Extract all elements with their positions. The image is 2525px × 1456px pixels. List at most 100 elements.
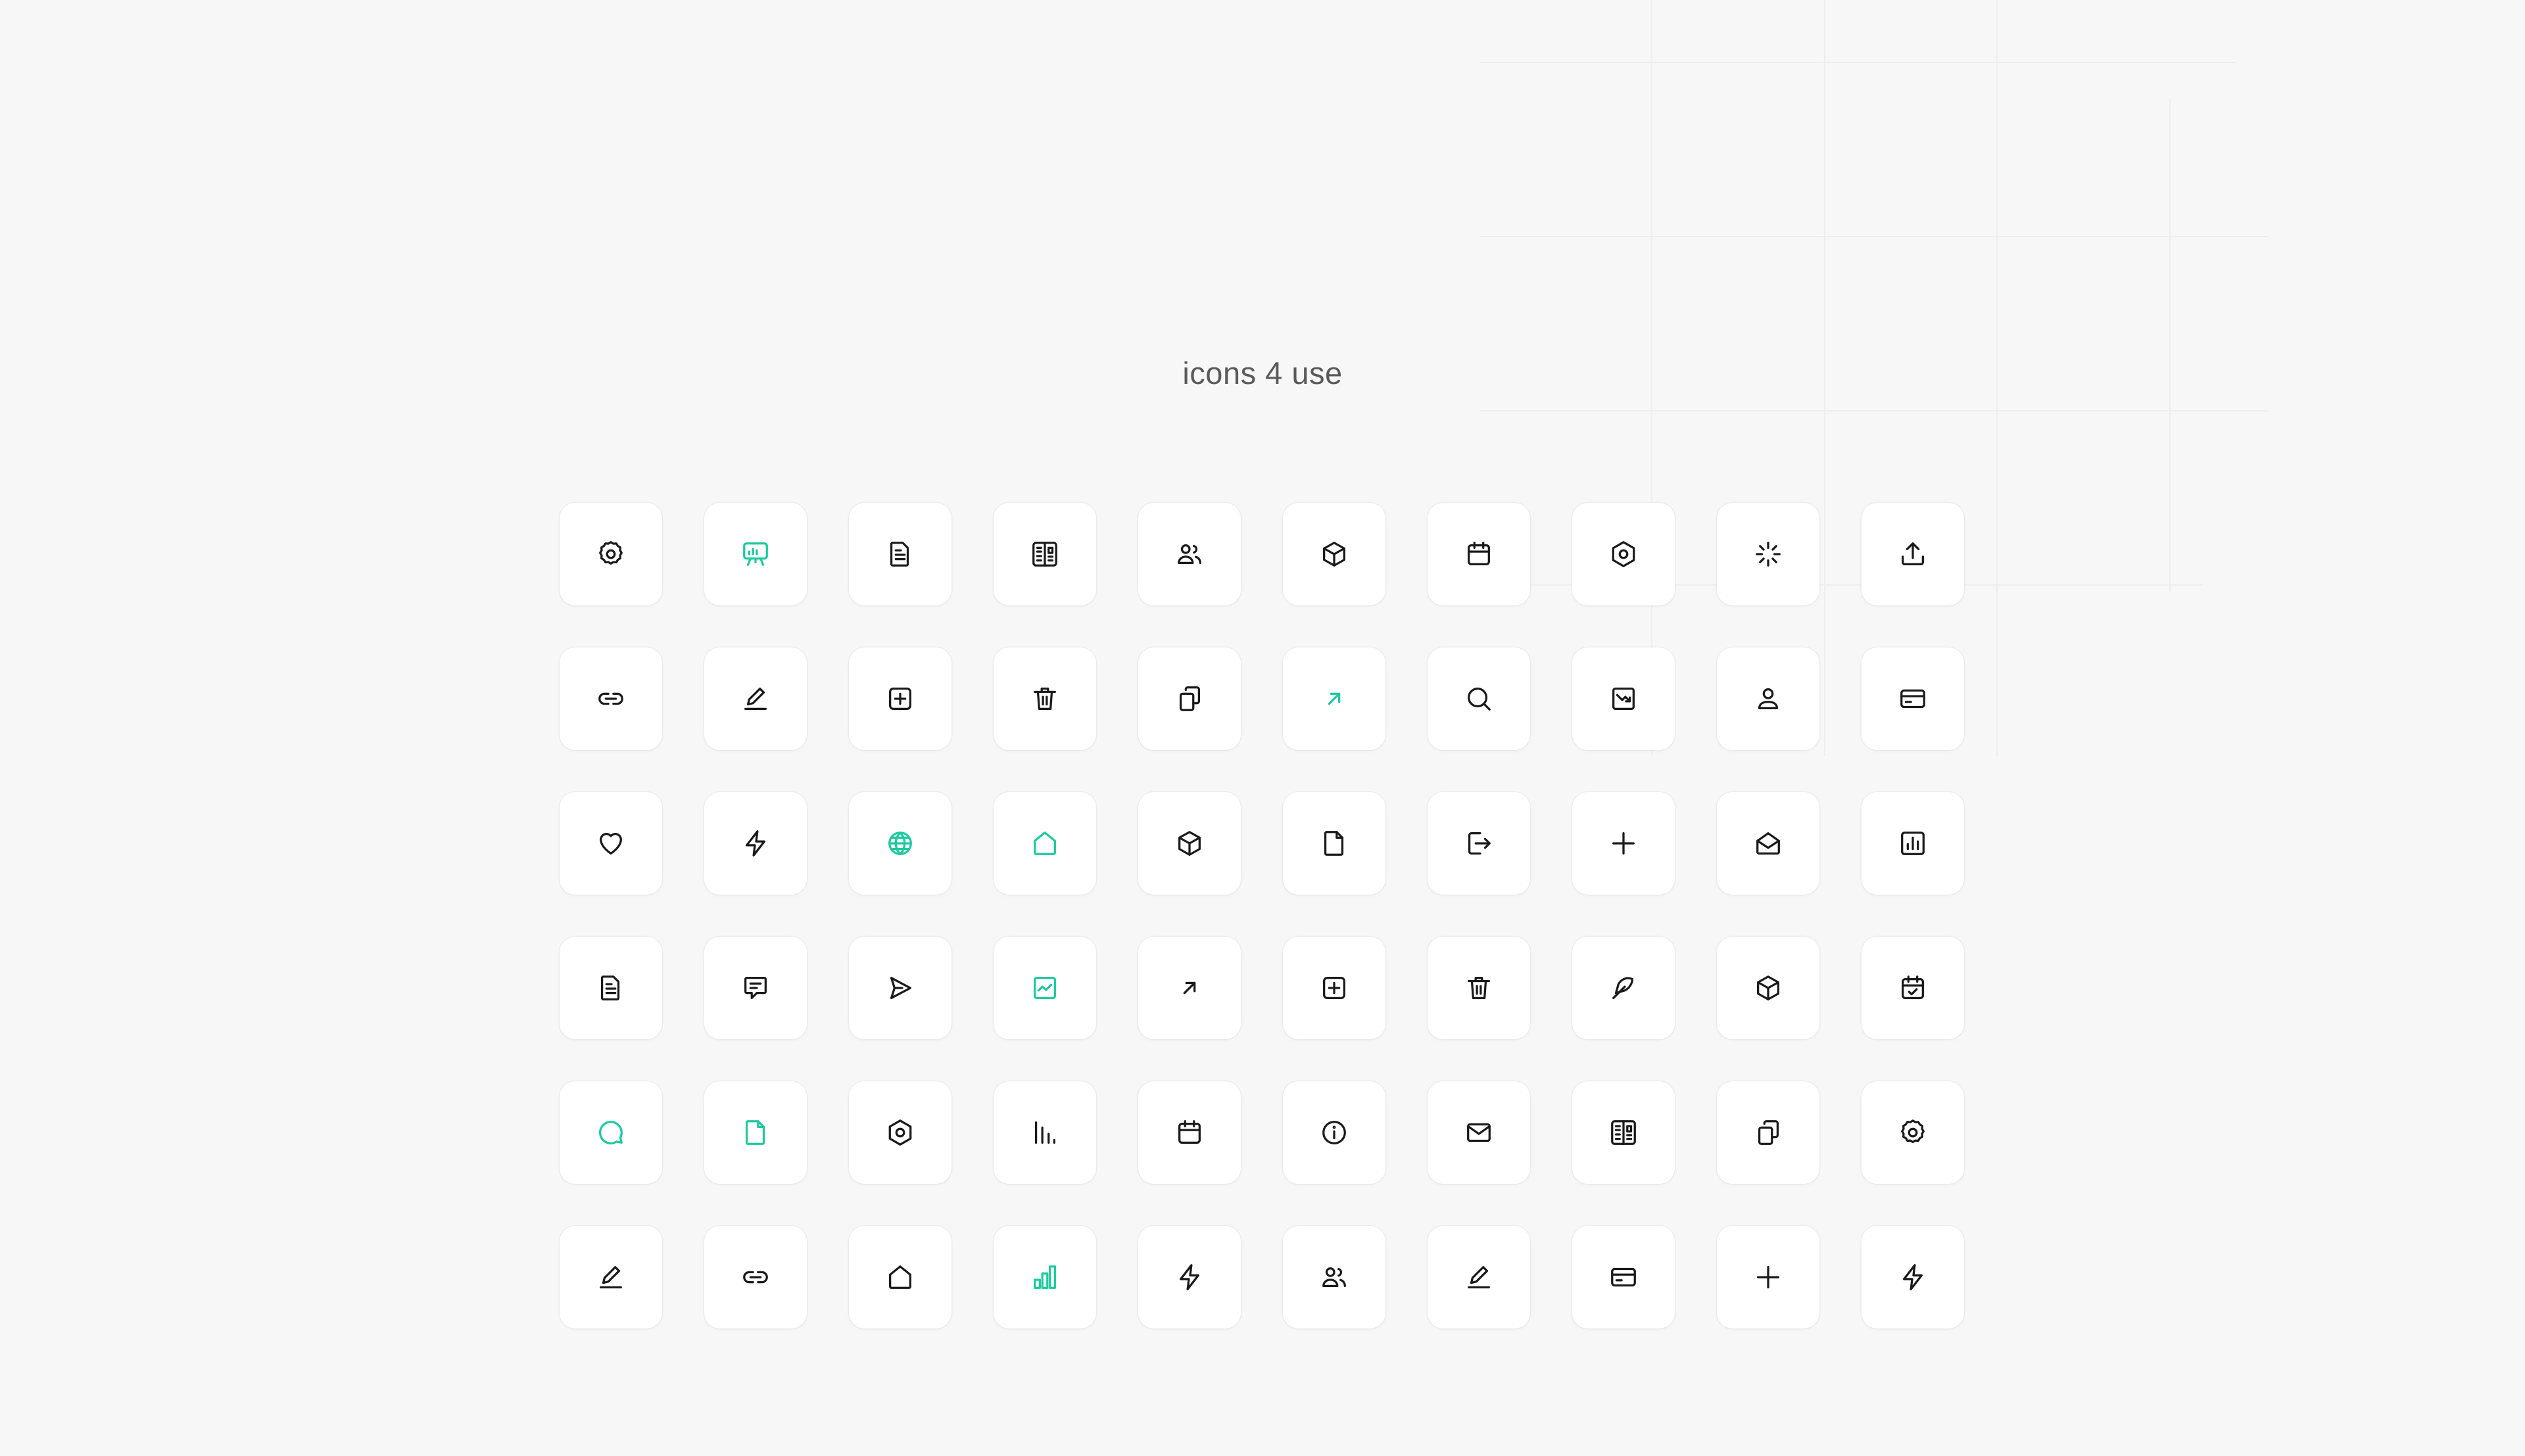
cube-icon <box>1178 831 1201 856</box>
icon-tile[interactable] <box>1717 792 1819 895</box>
icon-tile[interactable] <box>1572 503 1675 605</box>
heart-icon <box>600 833 622 855</box>
icon-tile[interactable] <box>1138 1081 1241 1184</box>
pen-icon <box>744 688 767 710</box>
credit-card-icon <box>1611 1267 1636 1287</box>
icon-tile[interactable] <box>704 1226 807 1328</box>
users-icon <box>1178 544 1201 565</box>
icon-tile[interactable] <box>1283 937 1385 1039</box>
icon-tile[interactable] <box>1862 792 1964 895</box>
icon-tile[interactable] <box>849 937 951 1039</box>
icon-tile[interactable] <box>1138 1226 1241 1328</box>
gear-icon <box>1901 1119 1925 1144</box>
icon-tile[interactable] <box>1428 792 1530 895</box>
icon-tile[interactable] <box>1572 1081 1675 1184</box>
icon-tile[interactable] <box>1283 792 1385 895</box>
bar-chart-square-icon <box>1901 832 1925 855</box>
copy-icon <box>1758 1120 1779 1145</box>
icon-tile[interactable] <box>1283 1081 1385 1184</box>
icon-tile[interactable] <box>1428 1081 1530 1184</box>
icon-tile[interactable] <box>560 1226 662 1328</box>
hexagon-icon <box>1612 541 1635 567</box>
icon-tile[interactable] <box>1862 647 1964 750</box>
icon-tile[interactable] <box>704 792 807 895</box>
loader-icon <box>1756 542 1781 567</box>
icon-tile[interactable] <box>560 937 662 1039</box>
icon-tile[interactable] <box>1862 1081 1964 1184</box>
icon-tile[interactable] <box>1572 937 1675 1039</box>
icon-tile[interactable] <box>1138 937 1241 1039</box>
icon-tile[interactable] <box>1283 647 1385 750</box>
icon-tile[interactable] <box>1862 1226 1964 1328</box>
search-icon <box>1468 688 1491 711</box>
icon-tile[interactable] <box>849 1081 951 1184</box>
info-icon <box>1322 1121 1346 1144</box>
users-icon <box>1322 1267 1346 1288</box>
trash-icon <box>1468 977 1490 999</box>
icon-tile[interactable] <box>1138 792 1241 895</box>
activity-chart-icon <box>1034 977 1056 999</box>
icon-tile[interactable] <box>1428 503 1530 605</box>
icon-tile[interactable] <box>1717 503 1819 605</box>
icon-tile[interactable] <box>704 503 807 605</box>
newspaper-icon <box>1611 1120 1636 1145</box>
icon-tile[interactable] <box>849 792 951 895</box>
icon-tile[interactable] <box>560 647 662 750</box>
icon-tile[interactable] <box>849 1226 951 1328</box>
calendar-icon <box>1178 1120 1201 1144</box>
icon-tile[interactable] <box>1717 647 1819 750</box>
plus-icon <box>1612 832 1635 855</box>
icon-tile[interactable] <box>1862 937 1964 1039</box>
feather-icon <box>1612 977 1634 999</box>
icon-tile[interactable] <box>560 503 662 605</box>
icon-tile[interactable] <box>994 1081 1096 1184</box>
icon-tile[interactable] <box>1428 647 1530 750</box>
icon-tile[interactable] <box>1428 937 1530 1039</box>
icon-tile[interactable] <box>1572 1226 1675 1328</box>
icon-tile[interactable] <box>994 792 1096 895</box>
page-title: icons 4 use <box>1182 356 1343 390</box>
icon-tile[interactable] <box>1717 1081 1819 1184</box>
send-icon <box>890 977 911 999</box>
icon-tile[interactable] <box>1717 1226 1819 1328</box>
icon-tile[interactable] <box>1283 503 1385 605</box>
icon-tile[interactable] <box>1138 503 1241 605</box>
trash-icon <box>1034 688 1056 710</box>
plus-square-icon <box>1323 977 1345 999</box>
icon-tile[interactable] <box>1862 503 1964 605</box>
calendar-check-icon <box>1902 975 1924 999</box>
cube-icon <box>1757 975 1779 1000</box>
icon-tile[interactable] <box>994 503 1096 605</box>
icon-tile[interactable] <box>1138 647 1241 750</box>
icon-tile[interactable] <box>994 1226 1096 1328</box>
bar-chart-icon <box>1034 1121 1056 1144</box>
icon-tile[interactable] <box>849 647 951 750</box>
icon-tile[interactable] <box>849 503 951 605</box>
icon-tile[interactable] <box>704 937 807 1039</box>
lightning-icon <box>745 830 766 857</box>
mail-open-icon <box>1756 832 1780 855</box>
icon-tile[interactable] <box>1283 1226 1385 1328</box>
icon-tile[interactable] <box>704 1081 807 1184</box>
icon-tile[interactable] <box>1572 792 1675 895</box>
icon-tile[interactable] <box>560 1081 662 1184</box>
chat-icon <box>744 977 767 999</box>
icon-tile[interactable] <box>994 937 1096 1039</box>
icon-tile[interactable] <box>994 647 1096 750</box>
home-icon <box>1034 832 1056 855</box>
newspaper-icon <box>1032 542 1057 567</box>
document-icon <box>890 542 909 567</box>
logout-icon <box>1468 832 1491 855</box>
calendar-icon <box>1468 542 1490 565</box>
icon-tile[interactable] <box>1572 647 1675 750</box>
credit-card-icon <box>1900 689 1925 709</box>
icon-tile[interactable] <box>1717 937 1819 1039</box>
hexagon-icon <box>888 1119 912 1146</box>
trend-down-icon <box>1612 688 1635 710</box>
icon-tile[interactable] <box>704 647 807 750</box>
copy-icon <box>1179 686 1201 711</box>
user-icon <box>1758 688 1779 710</box>
presentation-icon <box>743 542 768 566</box>
icon-tile[interactable] <box>1428 1226 1530 1328</box>
icon-tile[interactable] <box>560 792 662 895</box>
